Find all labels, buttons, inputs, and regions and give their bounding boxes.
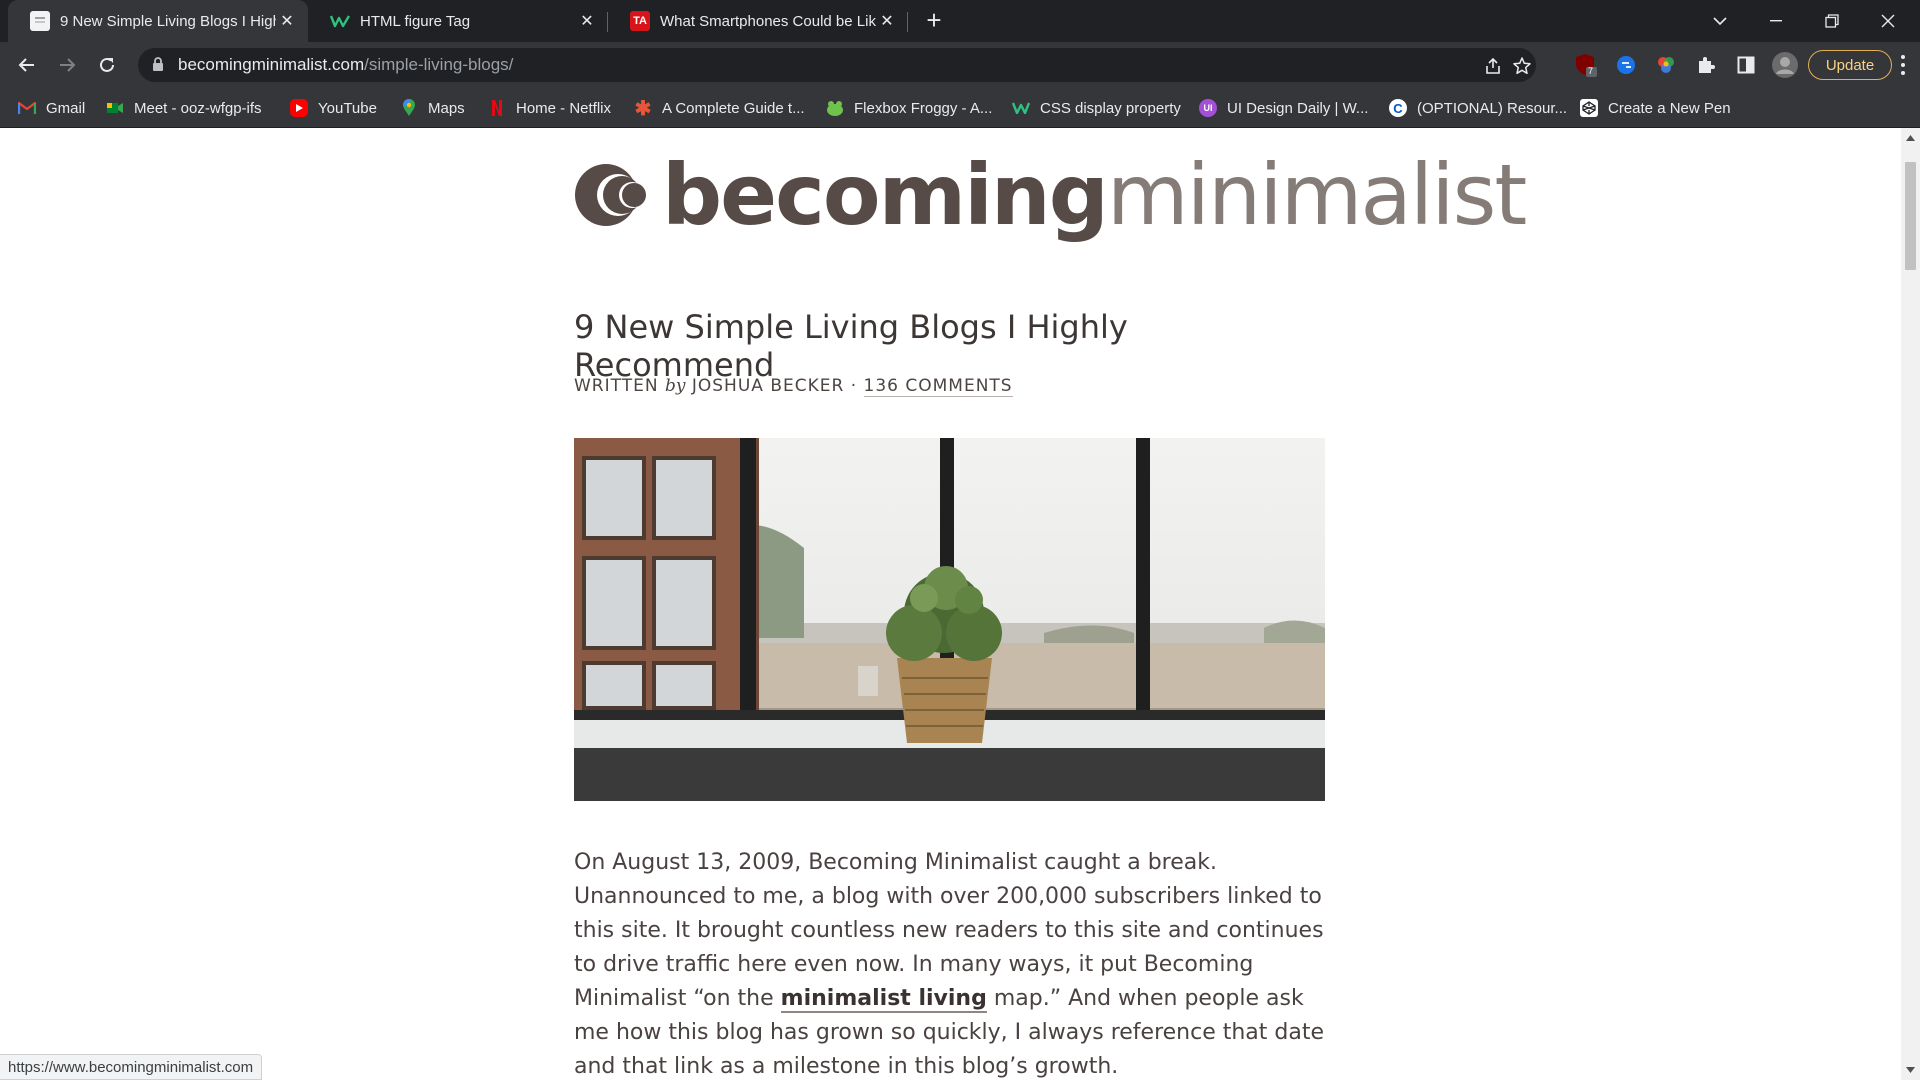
bookmark-label: A Complete Guide t... (662, 99, 805, 117)
scroll-up-icon[interactable] (1901, 130, 1920, 146)
article-body-paragraph: On August 13, 2009, Becoming Minimalist … (574, 846, 1334, 1080)
tab-search-icon[interactable] (1692, 0, 1748, 42)
bookmark-label: Gmail (46, 99, 86, 117)
logo-text-minimalist: minimalist (1106, 146, 1527, 244)
article-meta: WRITTEN by JOSHUA BECKER · 136 COMMENTS (574, 376, 1013, 397)
bookmarks-bar: Gmail Meet - ooz-wfgp-ifs YouTube Maps H… (0, 88, 1920, 128)
bookmark-css-guide[interactable]: ✱ A Complete Guide t... (634, 96, 805, 120)
url-path: /simple-living-blogs/ (364, 55, 514, 74)
back-icon[interactable] (12, 50, 42, 80)
minimize-icon[interactable] (1748, 0, 1804, 42)
bookmark-netflix[interactable]: Home - Netflix (488, 96, 611, 120)
extension-badge: 7 (1588, 66, 1594, 76)
bookmark-label: (OPTIONAL) Resour... (1417, 99, 1568, 117)
maps-icon (400, 99, 418, 117)
hero-image-plant-on-windowsill (574, 438, 1325, 801)
close-tab-icon[interactable]: ✕ (876, 10, 898, 32)
bookmark-css-display[interactable]: CSS display property (1012, 96, 1181, 120)
avatar[interactable] (1772, 52, 1798, 78)
bookmark-optional-resources[interactable]: C (OPTIONAL) Resour... (1389, 96, 1567, 120)
meta-separator: · (850, 376, 858, 396)
close-window-icon[interactable] (1860, 0, 1916, 42)
bookmark-label: Create a New Pen (1608, 99, 1731, 117)
tab-smartphones-2030[interactable]: TA What Smartphones Could be Like in 203… (608, 0, 908, 42)
bookmark-label: Meet - ooz-wfgp-ifs (134, 99, 262, 117)
page-viewport: becomingminimalist 9 New Simple Living B… (0, 128, 1920, 1080)
logo-text-becoming: becoming (662, 146, 1109, 244)
ta-icon: TA (630, 11, 650, 31)
bookmark-label: Flexbox Froggy - A... (854, 99, 993, 117)
page-icon (30, 11, 50, 31)
tab-strip: 9 New Simple Living Blogs I Highly Recom… (0, 0, 1920, 42)
programiz-icon (330, 11, 350, 31)
bookmark-youtube[interactable]: YouTube (290, 96, 377, 120)
bookmark-flexbox-froggy[interactable]: Flexbox Froggy - A... (826, 96, 992, 120)
url-text: becomingminimalist.com/simple-living-blo… (178, 55, 513, 75)
browser-toolbar: becomingminimalist.com/simple-living-blo… (0, 42, 1920, 88)
address-bar[interactable]: becomingminimalist.com/simple-living-blo… (138, 48, 1536, 82)
color-picker-extension-icon[interactable] (1653, 52, 1679, 78)
forward-icon[interactable] (52, 50, 82, 80)
site-logo[interactable]: becomingminimalist (574, 150, 1527, 240)
bookmark-ui-design-daily[interactable]: UI UI Design Daily | W... (1199, 96, 1368, 120)
netflix-icon (488, 99, 506, 117)
restore-icon[interactable] (1804, 0, 1860, 42)
logo-wordmark: becomingminimalist (662, 153, 1527, 237)
article-title: 9 New Simple Living Blogs I Highly Recom… (574, 308, 1128, 384)
menu-icon[interactable] (1898, 53, 1908, 77)
comments-link[interactable]: 136 COMMENTS (863, 376, 1013, 397)
blue-extension-icon[interactable] (1613, 52, 1639, 78)
tab-title: What Smartphones Could be Like in 2030 (660, 12, 876, 30)
ublock-extension-icon[interactable]: 7 (1573, 52, 1599, 78)
tab-title: HTML figure Tag (360, 12, 471, 30)
uidesign-icon: UI (1199, 99, 1217, 117)
update-button[interactable]: Update (1808, 50, 1892, 80)
close-tab-icon[interactable]: ✕ (576, 10, 598, 32)
logo-mark-icon (574, 163, 650, 227)
new-tab-icon[interactable]: + (921, 7, 947, 34)
close-tab-icon[interactable]: ✕ (276, 10, 298, 32)
scroll-down-icon[interactable] (1901, 1062, 1920, 1078)
bookmark-gmail[interactable]: Gmail (18, 96, 85, 120)
bookmark-label: CSS display property (1040, 99, 1181, 117)
tab-html-figure-tag[interactable]: HTML figure Tag ✕ (308, 0, 608, 42)
side-panel-icon[interactable] (1733, 52, 1759, 78)
meta-author[interactable]: JOSHUA BECKER (692, 376, 844, 396)
coursera-icon: C (1389, 99, 1407, 117)
bookmark-label: Maps (428, 99, 465, 117)
froggy-icon (826, 99, 844, 117)
bookmark-label: UI Design Daily | W... (1227, 99, 1369, 117)
reload-icon[interactable] (92, 50, 122, 80)
meet-icon (106, 99, 124, 117)
vertical-scrollbar[interactable] (1901, 128, 1920, 1080)
meta-written: WRITTEN (574, 376, 659, 396)
status-bar-url: https://www.becomingminimalist.com (0, 1054, 263, 1080)
meta-by: by (664, 376, 686, 396)
bookmark-label: YouTube (318, 99, 377, 117)
codepen-icon (1580, 99, 1598, 117)
bookmark-meet[interactable]: Meet - ooz-wfgp-ifs (106, 96, 262, 120)
gmail-icon (18, 99, 36, 117)
tab-divider (907, 12, 908, 32)
scrollbar-thumb[interactable] (1905, 162, 1916, 270)
bookmark-maps[interactable]: Maps (400, 96, 465, 120)
tab-title: 9 New Simple Living Blogs I Highly Recom… (60, 12, 276, 30)
csstricks-icon: ✱ (634, 97, 652, 120)
url-domain: becomingminimalist.com (178, 55, 365, 74)
youtube-icon (290, 99, 308, 117)
bookmark-star-icon[interactable] (1511, 55, 1533, 77)
share-icon[interactable] (1482, 55, 1504, 77)
minimalist-living-link[interactable]: minimalist living (780, 986, 987, 1013)
programiz-icon (1012, 99, 1030, 117)
bookmark-label: Home - Netflix (516, 99, 612, 117)
bookmark-codepen[interactable]: Create a New Pen (1580, 96, 1731, 120)
extensions-puzzle-icon[interactable] (1693, 52, 1719, 78)
tab-simple-living-blogs[interactable]: 9 New Simple Living Blogs I Highly Recom… (8, 0, 308, 42)
lock-icon (152, 57, 164, 77)
